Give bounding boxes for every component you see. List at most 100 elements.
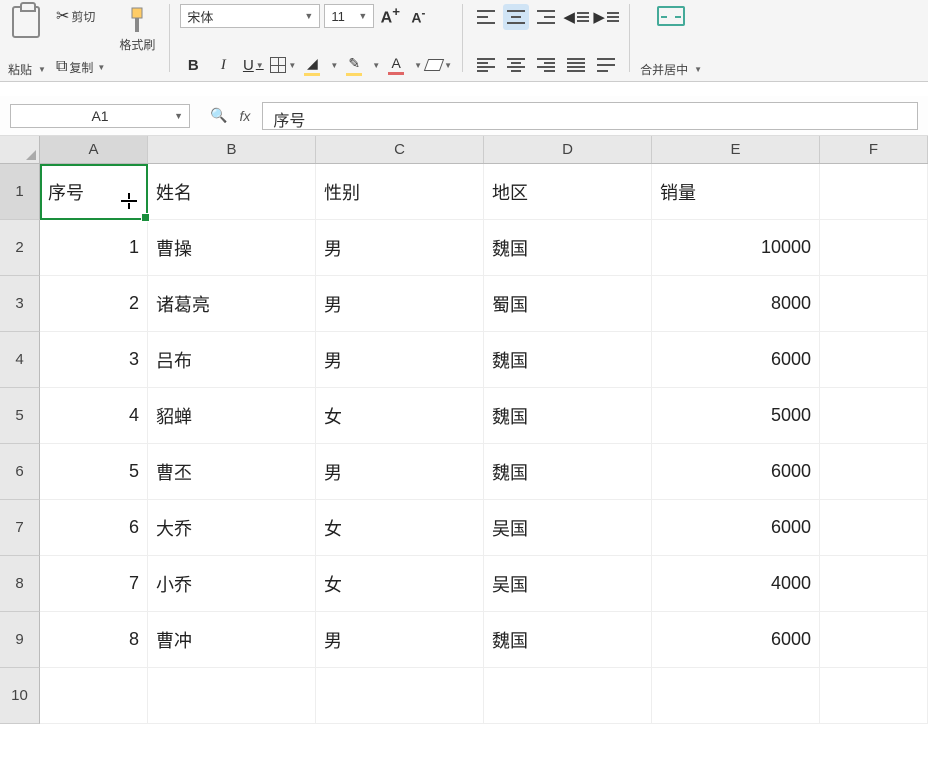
chevron-down-icon[interactable]: ▼	[38, 65, 46, 74]
row-header-8[interactable]: 8	[0, 556, 40, 612]
cell-C3[interactable]: 男	[316, 276, 484, 332]
cell-B10[interactable]	[148, 668, 316, 724]
cell-B9[interactable]: 曹冲	[148, 612, 316, 668]
italic-button[interactable]: I	[210, 52, 236, 78]
row-header-5[interactable]: 5	[0, 388, 40, 444]
cell-D4[interactable]: 魏国	[484, 332, 652, 388]
formula-input[interactable]: 序号	[262, 102, 918, 130]
eraser-button[interactable]: ▼	[426, 52, 452, 78]
wrap-text-button[interactable]	[593, 52, 619, 78]
cell-D10[interactable]	[484, 668, 652, 724]
cell-E6[interactable]: 6000	[652, 444, 820, 500]
merge-center-button[interactable]	[653, 4, 689, 28]
decrease-font-button[interactable]: A-	[406, 4, 430, 28]
cell-B1[interactable]: 姓名	[148, 164, 316, 220]
row-header-9[interactable]: 9	[0, 612, 40, 668]
cell-A9[interactable]: 8	[40, 612, 148, 668]
cell-C10[interactable]	[316, 668, 484, 724]
cell-E10[interactable]	[652, 668, 820, 724]
cell-D2[interactable]: 魏国	[484, 220, 652, 276]
bold-button[interactable]: B	[180, 52, 206, 78]
font-color-button[interactable]: A	[384, 55, 408, 75]
cell-D5[interactable]: 魏国	[484, 388, 652, 444]
cell-F1[interactable]	[820, 164, 928, 220]
align-justify-button[interactable]	[563, 52, 589, 78]
cell-A8[interactable]: 7	[40, 556, 148, 612]
cell-B2[interactable]: 曹操	[148, 220, 316, 276]
column-header-D[interactable]: D	[484, 136, 652, 163]
cell-E1[interactable]: 销量	[652, 164, 820, 220]
cell-A10[interactable]	[40, 668, 148, 724]
cell-E4[interactable]: 6000	[652, 332, 820, 388]
cell-C1[interactable]: 性别	[316, 164, 484, 220]
cell-E2[interactable]: 10000	[652, 220, 820, 276]
underline-button[interactable]: U▼	[240, 52, 266, 78]
cell-B6[interactable]: 曹丕	[148, 444, 316, 500]
cell-E8[interactable]: 4000	[652, 556, 820, 612]
cell-D6[interactable]: 魏国	[484, 444, 652, 500]
cell-E3[interactable]: 8000	[652, 276, 820, 332]
cell-B4[interactable]: 吕布	[148, 332, 316, 388]
cell-E7[interactable]: 6000	[652, 500, 820, 556]
cell-F2[interactable]	[820, 220, 928, 276]
chevron-down-icon[interactable]: ▼	[174, 111, 183, 121]
cell-F7[interactable]	[820, 500, 928, 556]
cell-D8[interactable]: 吴国	[484, 556, 652, 612]
row-header-6[interactable]: 6	[0, 444, 40, 500]
chevron-down-icon[interactable]: ▼	[97, 63, 105, 72]
paste-button[interactable]	[8, 4, 46, 40]
cell-A2[interactable]: 1	[40, 220, 148, 276]
align-center-button[interactable]	[503, 52, 529, 78]
increase-indent-button[interactable]: ▶	[593, 4, 619, 30]
increase-font-button[interactable]: A+	[378, 4, 402, 28]
name-box[interactable]: A1 ▼	[10, 104, 190, 128]
font-name-select[interactable]: 宋体▼	[180, 4, 320, 28]
cell-C7[interactable]: 女	[316, 500, 484, 556]
cell-D9[interactable]: 魏国	[484, 612, 652, 668]
align-bottom-button[interactable]	[533, 4, 559, 30]
chevron-down-icon[interactable]: ▼	[694, 65, 702, 74]
row-header-3[interactable]: 3	[0, 276, 40, 332]
cell-E5[interactable]: 5000	[652, 388, 820, 444]
cell-E9[interactable]: 6000	[652, 612, 820, 668]
cell-C5[interactable]: 女	[316, 388, 484, 444]
format-painter-button[interactable]: 格式刷	[115, 4, 159, 55]
cell-F3[interactable]	[820, 276, 928, 332]
cut-button[interactable]: ✂ 剪切	[52, 4, 109, 28]
fx-icon[interactable]: fx	[239, 108, 250, 124]
cell-F4[interactable]	[820, 332, 928, 388]
cell-F9[interactable]	[820, 612, 928, 668]
column-header-E[interactable]: E	[652, 136, 820, 163]
row-header-1[interactable]: 1	[0, 164, 40, 220]
cell-A7[interactable]: 6	[40, 500, 148, 556]
fill-color-button[interactable]: ◢	[300, 55, 324, 76]
cell-A6[interactable]: 5	[40, 444, 148, 500]
align-left-button[interactable]	[473, 52, 499, 78]
column-header-C[interactable]: C	[316, 136, 484, 163]
cell-B8[interactable]: 小乔	[148, 556, 316, 612]
align-top-button[interactable]	[473, 4, 499, 30]
cell-D1[interactable]: 地区	[484, 164, 652, 220]
cell-A3[interactable]: 2	[40, 276, 148, 332]
column-header-B[interactable]: B	[148, 136, 316, 163]
cell-F8[interactable]	[820, 556, 928, 612]
align-right-button[interactable]	[533, 52, 559, 78]
cell-F5[interactable]	[820, 388, 928, 444]
row-header-10[interactable]: 10	[0, 668, 40, 724]
cell-B3[interactable]: 诸葛亮	[148, 276, 316, 332]
cell-A5[interactable]: 4	[40, 388, 148, 444]
column-header-A[interactable]: A	[40, 136, 148, 163]
cell-C4[interactable]: 男	[316, 332, 484, 388]
cell-C6[interactable]: 男	[316, 444, 484, 500]
cell-D7[interactable]: 吴国	[484, 500, 652, 556]
cell-A4[interactable]: 3	[40, 332, 148, 388]
decrease-indent-button[interactable]: ◀	[563, 4, 589, 30]
column-header-F[interactable]: F	[820, 136, 928, 163]
cell-F6[interactable]	[820, 444, 928, 500]
copy-button[interactable]: ⧉ 复制 ▼	[52, 56, 109, 78]
cell-B7[interactable]: 大乔	[148, 500, 316, 556]
cell-F10[interactable]	[820, 668, 928, 724]
cell-B5[interactable]: 貂蝉	[148, 388, 316, 444]
highlight-button[interactable]: ✎	[342, 55, 366, 76]
cell-C9[interactable]: 男	[316, 612, 484, 668]
